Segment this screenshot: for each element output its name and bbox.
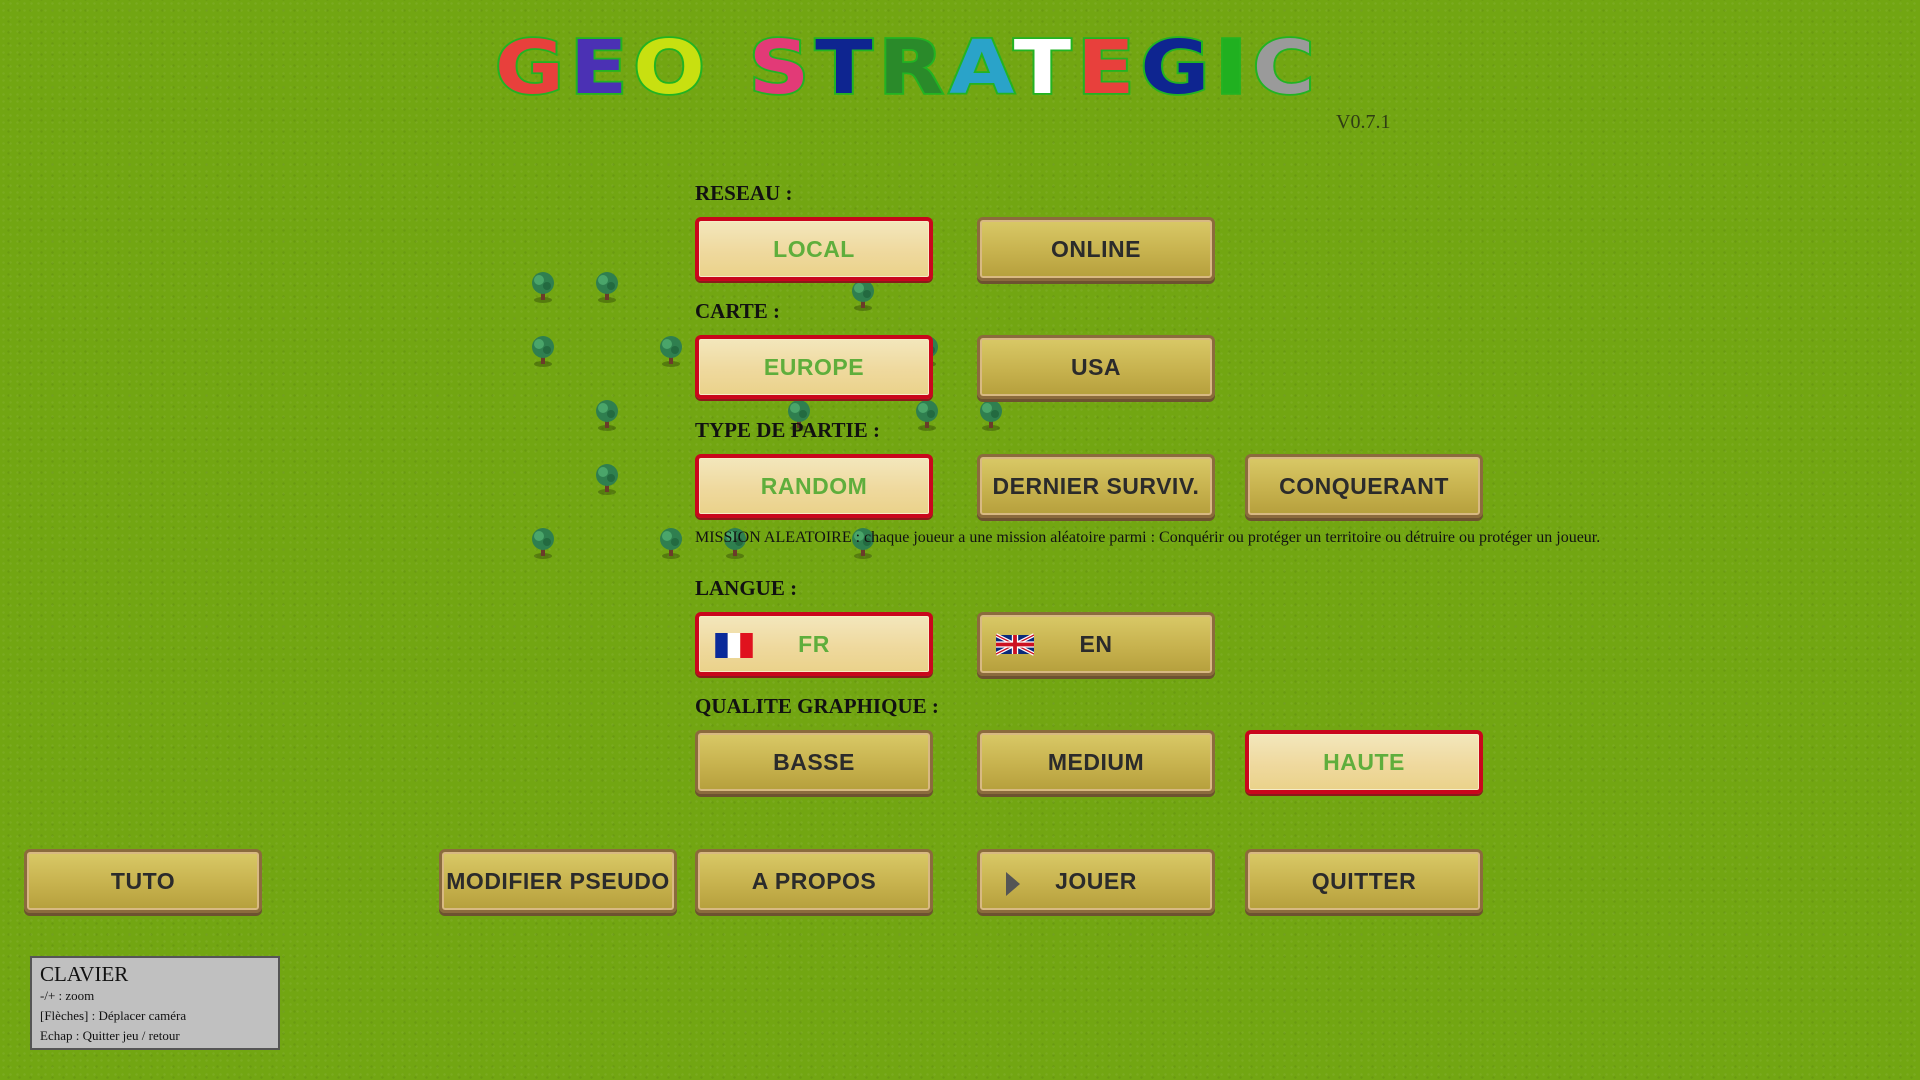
online-button[interactable]: ONLINE [977,217,1215,281]
modifier-pseudo-button[interactable]: MODIFIER PSEUDO [439,849,677,913]
jouer-label: JOUER [1055,867,1137,894]
usa-button[interactable]: USA [977,335,1215,399]
tree-icon [980,400,1002,431]
tree-icon [596,464,618,495]
tree-icon [852,280,874,311]
logo-letter: R [877,24,950,111]
random-button[interactable]: RANDOM [695,454,933,518]
jouer-button[interactable]: JOUER [977,849,1215,913]
tree-icon [660,528,682,559]
tree-icon [532,336,554,367]
lang-en-button[interactable]: EN [977,612,1215,676]
logo-letter: C [1251,24,1321,111]
keyboard-help-line: [Flèches] : Déplacer caméra [40,1008,187,1023]
section-label-type: TYPE DE PARTIE : [695,418,880,442]
play-icon [1006,872,1020,896]
local-button[interactable]: LOCAL [695,217,933,281]
logo-letter: S [747,24,816,111]
quality-haute-button[interactable]: HAUTE [1245,730,1483,794]
lang-fr-label: FR [798,630,830,657]
logo-letter: I [1213,24,1253,111]
logo-letter: A [947,24,1014,111]
tree-icon [596,272,618,303]
game-logo: GEO STRATEGIC [493,26,1425,109]
keyboard-help-line: -/+ : zoom [40,988,95,1003]
lang-fr-button[interactable]: FR [695,612,933,676]
quitter-button[interactable]: QUITTER [1245,849,1483,913]
a-propos-button[interactable]: A PROPOS [695,849,933,913]
section-label-qualite: QUALITE GRAPHIQUE : [695,694,939,718]
quality-basse-button[interactable]: BASSE [695,730,933,794]
section-label-reseau: RESEAU : [695,181,793,205]
logo-letter: E [568,24,634,111]
keyboard-help-title: CLAVIER [40,962,129,986]
section-label-langue: LANGUE : [695,576,798,600]
logo-letter: G [493,24,570,111]
quality-medium-button[interactable]: MEDIUM [977,730,1215,794]
tree-icon [660,336,682,367]
europe-button[interactable]: EUROPE [695,335,933,399]
logo-letter: O [631,24,711,111]
logo-letter: T [813,24,879,111]
tree-icon [916,400,938,431]
logo-letter: G [1138,24,1216,111]
mission-description: MISSION ALEATOIRE : chaque joueur a une … [695,529,1601,546]
keyboard-help-panel: CLAVIER -/+ : zoom [Flèches] : Déplacer … [30,956,280,1050]
flag-fr-icon [715,633,753,658]
tuto-button[interactable]: TUTO [24,849,262,913]
conquerant-button[interactable]: CONQUERANT [1245,454,1483,518]
dernier-survivant-button[interactable]: DERNIER SURVIV. [977,454,1215,518]
version-label: V0.7.1 [1336,111,1391,133]
logo-letter: E [1075,24,1141,111]
section-label-carte: CARTE : [695,299,781,323]
keyboard-help-line: Echap : Quitter jeu / retour [40,1028,180,1043]
logo-letter: T [1012,24,1078,111]
lang-en-label: EN [1079,630,1113,657]
tree-icon [532,528,554,559]
tree-icon [532,272,554,303]
tree-icon [596,400,618,431]
flag-uk-icon [996,633,1034,656]
